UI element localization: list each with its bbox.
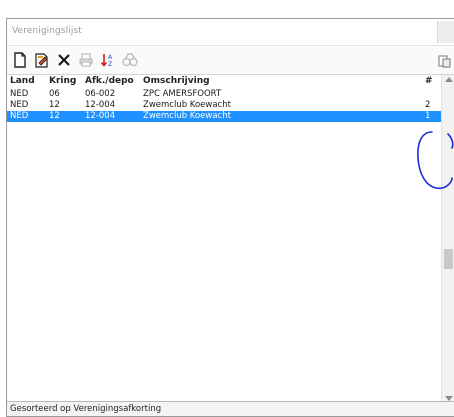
cell-omschrijving: Zwemclub Koewacht: [143, 111, 231, 121]
vertical-scrollbar[interactable]: [441, 75, 454, 405]
cell-afk: 12-004: [85, 111, 116, 121]
cell-afk: 06-002: [85, 89, 116, 99]
cell-count: 2: [425, 100, 431, 110]
column-header-afk[interactable]: Afk./depo: [85, 76, 134, 86]
table-row[interactable]: NED 06 06-002 ZPC AMERSFOORT: [7, 89, 441, 100]
cell-kring: 12: [49, 100, 60, 110]
print-icon[interactable]: [77, 51, 95, 69]
cell-land: NED: [10, 100, 29, 110]
table-header: Land Kring Afk./depo Omschrijving #: [7, 75, 441, 89]
cell-kring: 12: [49, 111, 60, 121]
status-text: Gesorteerd op Verenigingsafkorting: [10, 404, 162, 414]
column-header-count[interactable]: #: [425, 76, 433, 86]
cell-count: 1: [425, 111, 431, 121]
table-row-selected[interactable]: NED 12 12-004 Zwemclub Koewacht 1: [7, 111, 441, 122]
cell-omschrijving: Zwemclub Koewacht: [143, 100, 231, 110]
window-title: Verenigingslijst: [12, 26, 82, 36]
column-header-omschrijving[interactable]: Omschrijving: [143, 76, 210, 86]
table-row[interactable]: NED 12 12-004 Zwemclub Koewacht 2: [7, 100, 441, 111]
vereniging-list-window: Verenigingslijst AZ Land Kring Afk./depo: [6, 18, 454, 417]
export-icon[interactable]: [438, 53, 452, 68]
binoculars-icon[interactable]: [121, 51, 139, 69]
scroll-thumb[interactable]: [444, 249, 453, 269]
cell-kring: 06: [49, 89, 60, 99]
toolbar: AZ: [7, 46, 454, 75]
title-bar: Verenigingslijst: [7, 19, 454, 46]
status-bar: Gesorteerd op Verenigingsafkorting: [7, 401, 454, 416]
cell-afk: 12-004: [85, 100, 116, 110]
sort-icon[interactable]: AZ: [99, 51, 117, 69]
cell-land: NED: [10, 89, 29, 99]
cell-omschrijving: ZPC AMERSFOORT: [143, 89, 222, 99]
edit-document-icon[interactable]: [33, 51, 51, 69]
delete-icon[interactable]: [55, 51, 73, 69]
svg-text:A: A: [108, 54, 113, 61]
column-header-land[interactable]: Land: [10, 76, 35, 86]
new-document-icon[interactable]: [11, 51, 29, 69]
scroll-up-arrow-icon[interactable]: [445, 77, 453, 82]
title-bar-button[interactable]: [437, 21, 454, 43]
cell-land: NED: [10, 111, 29, 121]
svg-text:Z: Z: [108, 61, 112, 68]
column-header-kring[interactable]: Kring: [49, 76, 76, 86]
vereniging-table: Land Kring Afk./depo Omschrijving # NED …: [7, 75, 441, 407]
